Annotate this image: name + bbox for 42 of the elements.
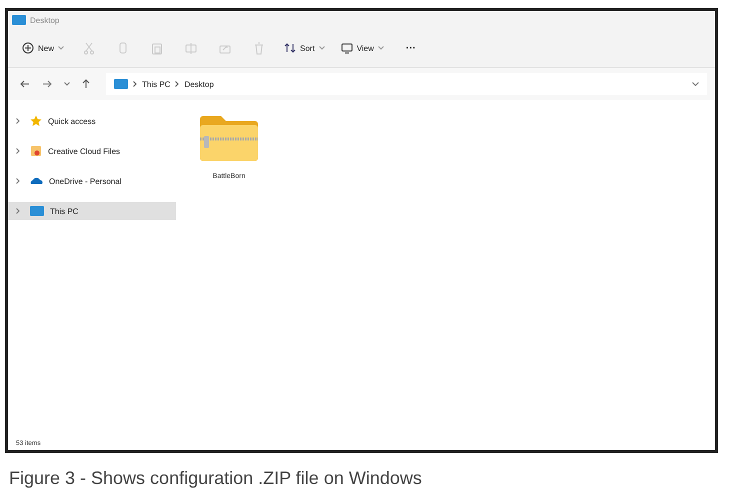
- sidebar-item[interactable]: This PC: [8, 202, 176, 220]
- monitor-icon: [340, 42, 353, 54]
- monitor-icon: [30, 206, 44, 216]
- back-arrow-icon[interactable]: [20, 80, 30, 88]
- more-button[interactable]: ···: [400, 38, 422, 58]
- caret-icon: [378, 46, 384, 50]
- chevron-right-icon: [175, 81, 180, 87]
- sort-button[interactable]: Sort: [278, 38, 331, 58]
- up-arrow-icon[interactable]: [82, 79, 90, 89]
- sidebar-item[interactable]: Quick access: [8, 112, 176, 130]
- folder-icon: [30, 145, 42, 157]
- zip-folder-icon: [198, 115, 260, 163]
- chevron-down-icon[interactable]: [692, 82, 699, 86]
- caret-icon: [318, 46, 325, 50]
- monitor-icon: [114, 79, 128, 89]
- view-button[interactable]: View: [334, 38, 390, 58]
- window-title: Desktop: [30, 16, 60, 24]
- star-icon: [30, 115, 42, 127]
- chevron-right-icon[interactable]: [16, 208, 20, 214]
- new-button[interactable]: New: [16, 38, 70, 58]
- cloud-icon: [30, 175, 43, 187]
- chevron-down-icon[interactable]: [64, 82, 70, 86]
- chevron-right-icon: [133, 81, 137, 87]
- scissors-icon: [83, 42, 96, 54]
- breadcrumb[interactable]: Desktop: [184, 80, 214, 88]
- trash-icon: [253, 42, 266, 54]
- sort-arrows-icon: [284, 42, 296, 54]
- copy-icon: [117, 42, 130, 54]
- sidebar-item[interactable]: OneDrive - Personal: [8, 172, 176, 190]
- monitor-icon: [12, 15, 26, 25]
- address-bar[interactable]: This PC Desktop: [106, 73, 707, 95]
- figure-caption: Figure 3 - Shows configuration .ZIP file on Windows: [8, 468, 423, 489]
- rename-icon: [185, 42, 198, 54]
- chevron-right-icon[interactable]: [16, 178, 20, 184]
- clipboard-icon: [151, 42, 164, 54]
- breadcrumb[interactable]: This PC: [142, 80, 170, 88]
- chevron-right-icon[interactable]: [16, 148, 20, 154]
- forward-arrow-icon[interactable]: [42, 80, 52, 88]
- plus-circle-icon: [22, 42, 34, 54]
- sidebar-item[interactable]: Creative Cloud Files: [8, 142, 176, 160]
- caret-icon: [58, 46, 64, 50]
- chevron-right-icon[interactable]: [16, 118, 20, 124]
